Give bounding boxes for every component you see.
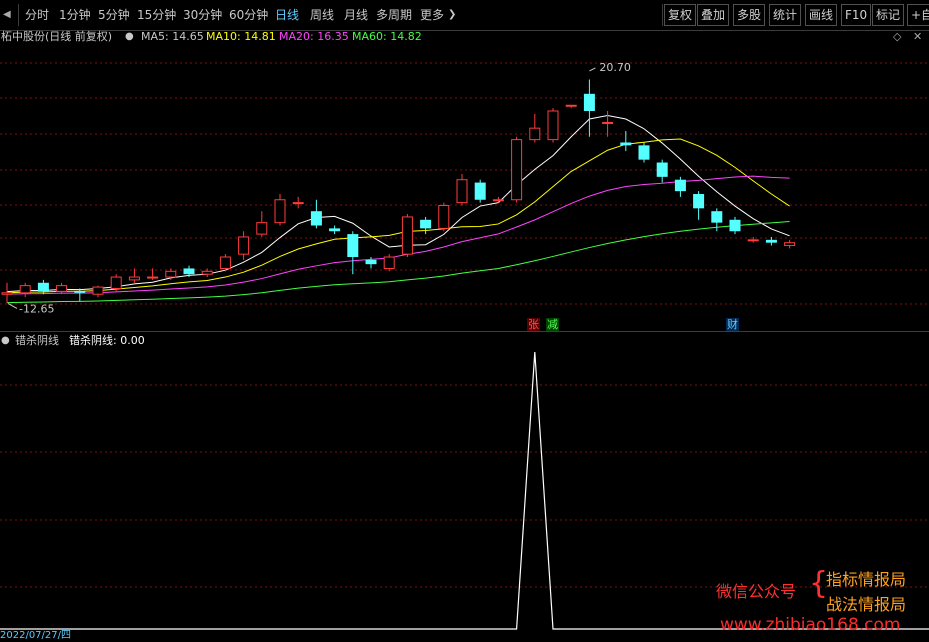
marker-cai[interactable]: 财 [726, 318, 739, 331]
tab-fenshi[interactable]: 分时 [25, 6, 49, 24]
ma5-line [6, 115, 790, 293]
candle-body [128, 276, 140, 281]
candle-body [492, 199, 504, 202]
candle-body [602, 121, 614, 124]
date-readout: 2022/07/27/四 [0, 630, 72, 641]
low-price-label: -12.65 [19, 302, 54, 315]
candle-body [147, 276, 159, 279]
candle-body [183, 268, 195, 275]
tab-more[interactable]: 更多 [420, 6, 444, 24]
candle-body [201, 270, 213, 275]
candle-body [765, 239, 777, 243]
high-pointer [589, 67, 596, 72]
candle-body [219, 256, 231, 269]
mark-button[interactable]: 标记 [872, 4, 905, 26]
candle-body [347, 234, 359, 258]
tab-5min[interactable]: 5分钟 [98, 6, 130, 24]
candle-body [638, 145, 650, 160]
candle-body [565, 104, 577, 107]
candle-body [674, 179, 686, 192]
candle-body [711, 211, 723, 223]
candle-body [365, 259, 377, 265]
candle-body [583, 93, 595, 111]
candle-body [74, 291, 86, 293]
candle-body [438, 204, 450, 229]
candle-body [693, 194, 705, 209]
candle-body [292, 202, 304, 205]
tab-daily[interactable]: 日线 [275, 6, 299, 24]
candle-body [19, 285, 31, 294]
candle-body [310, 211, 322, 226]
chevron-right-icon[interactable]: ❯ [448, 6, 456, 24]
candle-body [238, 236, 250, 255]
candle-body [747, 239, 759, 242]
watermark-line1: 指标情报局 [826, 570, 907, 589]
candle-body [784, 242, 796, 247]
price-chart: 20.70 -12.65 [0, 61, 929, 315]
tab-monthly[interactable]: 月线 [344, 6, 368, 24]
candle-body [529, 127, 541, 141]
candle-body [511, 139, 523, 201]
candle-body [92, 286, 104, 295]
ma10-line [6, 138, 790, 294]
candle-body [274, 199, 286, 224]
candle-body [37, 282, 49, 292]
tab-weekly[interactable]: 周线 [310, 6, 334, 24]
stats-button[interactable]: 统计 [769, 4, 802, 26]
tab-1min[interactable]: 1分钟 [59, 6, 91, 24]
candle-body [165, 270, 177, 278]
tab-60min[interactable]: 60分钟 [229, 6, 268, 24]
draw-line-button[interactable]: 画线 [805, 4, 838, 26]
overlay-button[interactable]: 叠加 [697, 4, 730, 26]
add-custom-button[interactable]: +自 [907, 4, 929, 26]
fuquan-button[interactable]: 复权 [664, 4, 697, 26]
candle-body [110, 276, 122, 290]
high-price-label: 20.70 [599, 61, 631, 74]
candle-body [256, 222, 268, 235]
candle-body [383, 256, 395, 269]
candle-body [329, 228, 341, 232]
watermark-url: www.zhibiao168.com [720, 615, 901, 635]
candle-body [1, 292, 13, 295]
marker-jian[interactable]: 减 [546, 318, 559, 331]
candle-body [456, 179, 468, 204]
tab-multi-period[interactable]: 多周期 [376, 6, 412, 24]
tab-15min[interactable]: 15分钟 [137, 6, 176, 24]
ma20-line [6, 175, 790, 295]
scroll-left-icon[interactable]: ◀ [3, 6, 15, 24]
candle-body [420, 219, 432, 229]
candle-body [547, 110, 559, 141]
candle-body [620, 142, 632, 146]
candle-body [56, 285, 68, 292]
toolbar-divider [662, 4, 663, 26]
candle-body [656, 162, 668, 177]
f10-button[interactable]: F10 [841, 4, 872, 26]
candle-body [474, 182, 486, 200]
candle-body [729, 219, 741, 232]
candle-body [401, 216, 413, 255]
period-toolbar: ◀ 分时 1分钟 5分钟 15分钟 30分钟 60分钟 日线 周线 月线 多周期… [0, 0, 929, 31]
watermark-left: 微信公众号 [716, 582, 797, 601]
watermark-line2: 战法情报局 [826, 595, 907, 614]
marker-zhang[interactable]: 张 [527, 318, 540, 331]
toolbar-divider [18, 4, 19, 26]
tab-30min[interactable]: 30分钟 [183, 6, 222, 24]
multi-stock-button[interactable]: 多股 [733, 4, 766, 26]
